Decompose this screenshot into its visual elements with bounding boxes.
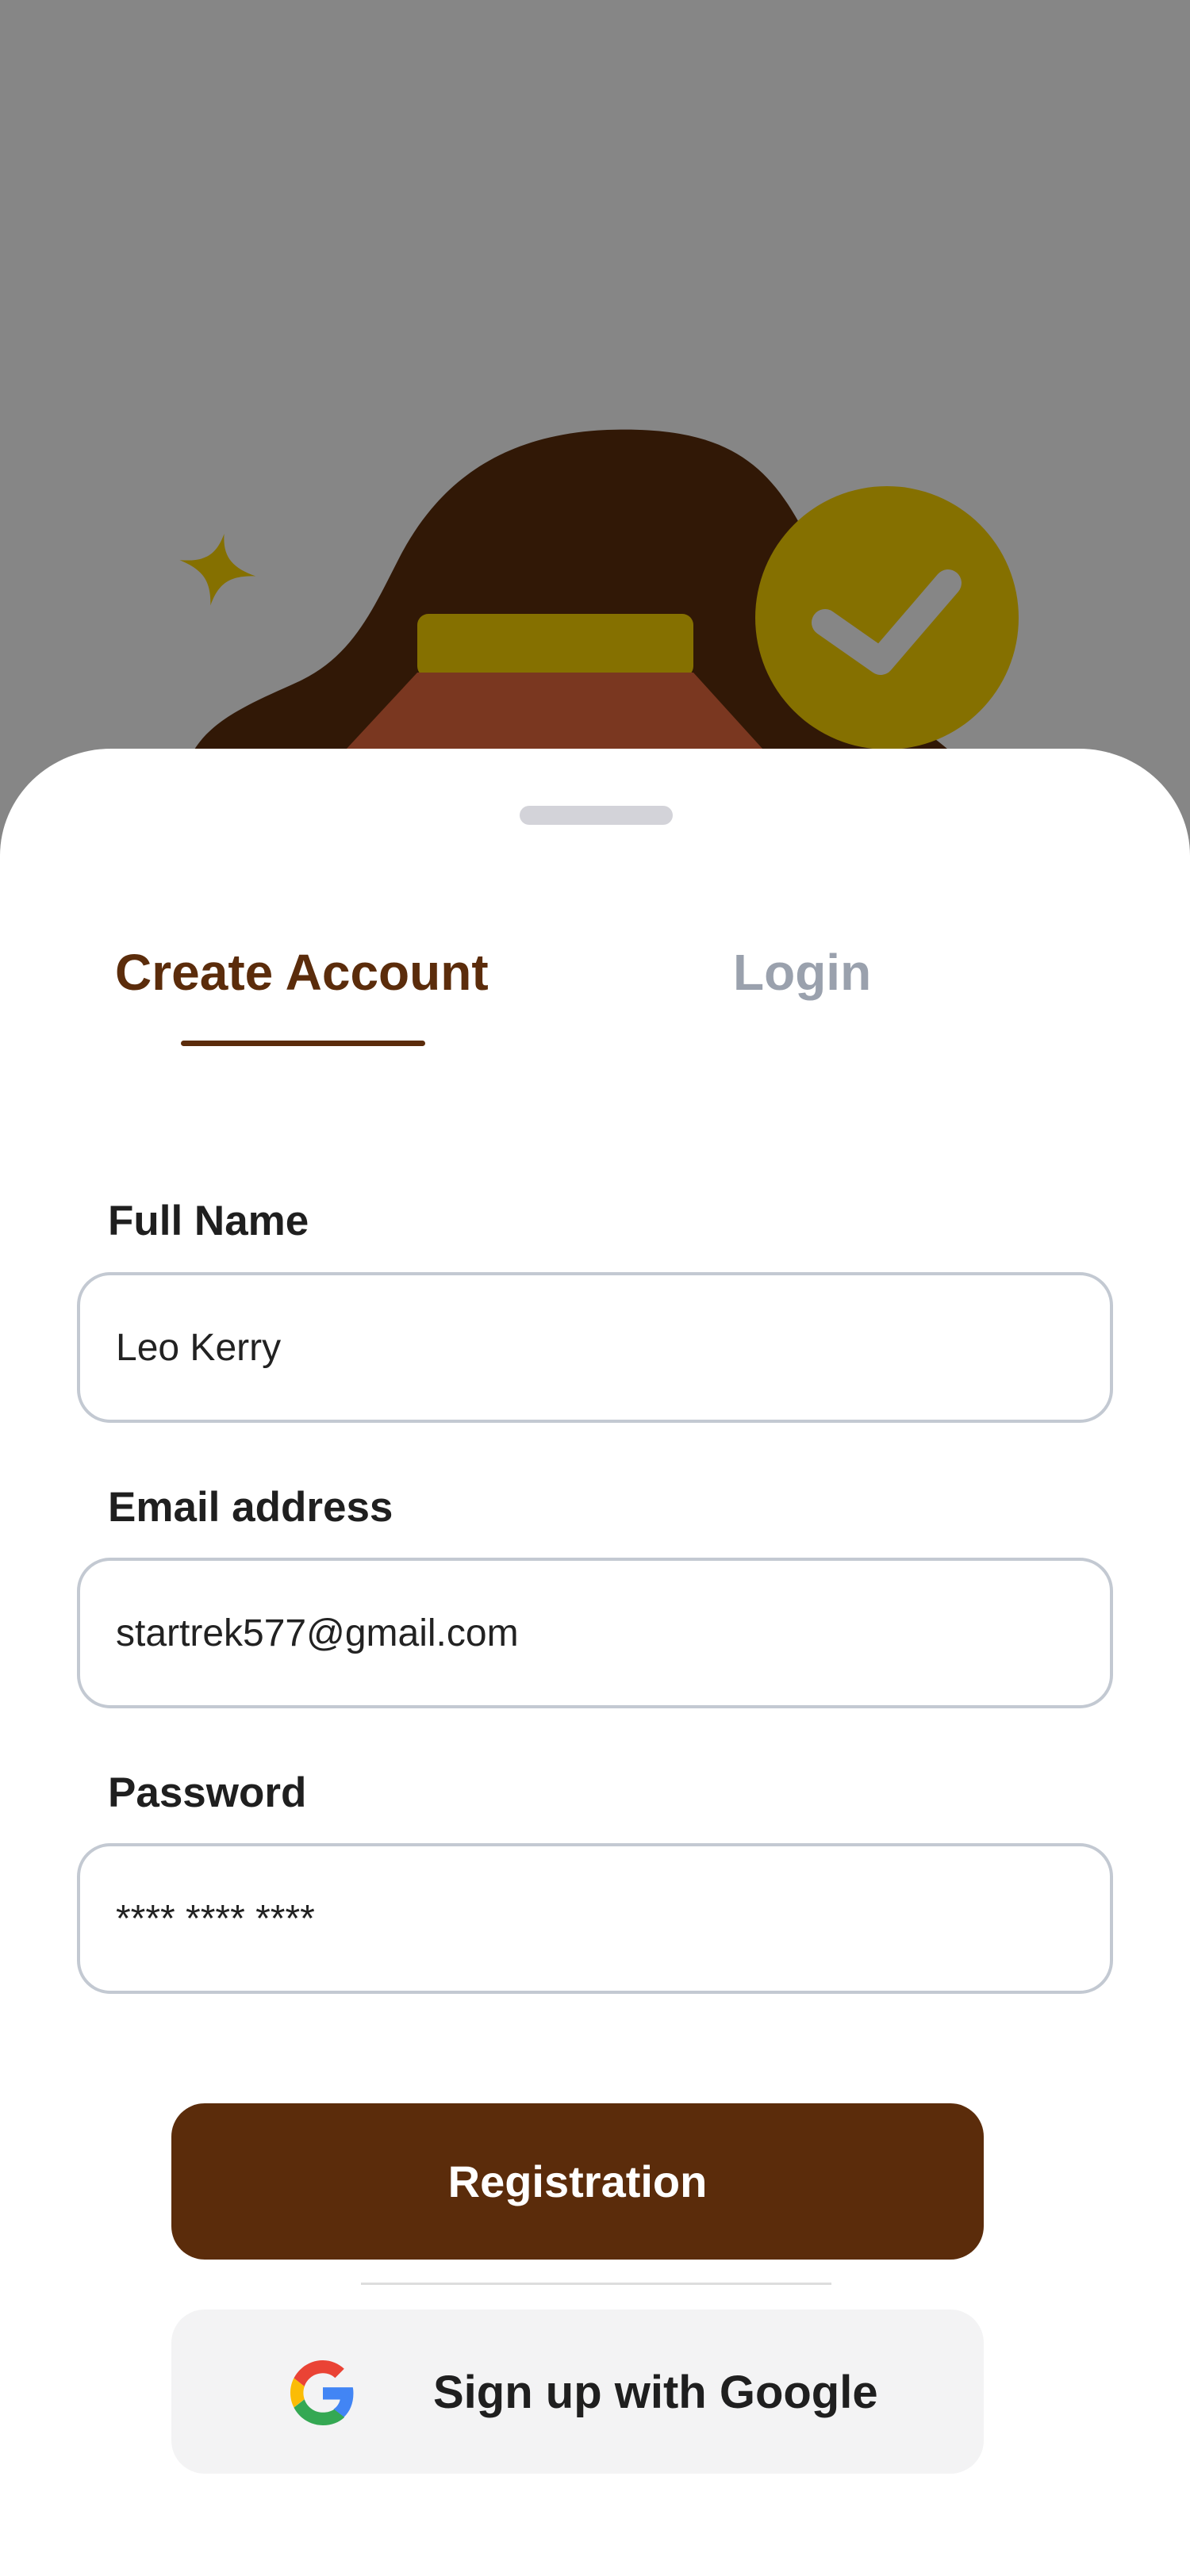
illustration-body [346,673,763,749]
registration-button[interactable]: Registration [171,2103,984,2260]
google-logo-icon [290,2360,354,2425]
hero-illustration [0,0,1190,872]
active-tab-indicator [181,1041,425,1046]
password-label: Password [108,1769,307,1816]
illustration-lid [417,614,693,677]
tab-login[interactable]: Login [733,947,871,998]
sheet-drag-handle[interactable] [520,806,673,825]
registration-screen: Create Account Login Full Name Email add… [0,0,1190,2576]
tab-create-account[interactable]: Create Account [115,947,489,998]
auth-bottom-sheet: Create Account Login Full Name Email add… [0,749,1190,2576]
email-label: Email address [108,1484,393,1531]
sparkle-icon [179,534,256,606]
google-signup-button[interactable]: Sign up with Google [171,2310,984,2474]
email-input[interactable] [77,1558,1113,1708]
google-signup-label: Sign up with Google [433,2367,878,2418]
password-input[interactable] [77,1843,1113,1994]
divider [361,2283,831,2285]
full-name-input[interactable] [77,1272,1113,1423]
full-name-label: Full Name [108,1198,309,1244]
check-circle-icon [755,486,1019,749]
